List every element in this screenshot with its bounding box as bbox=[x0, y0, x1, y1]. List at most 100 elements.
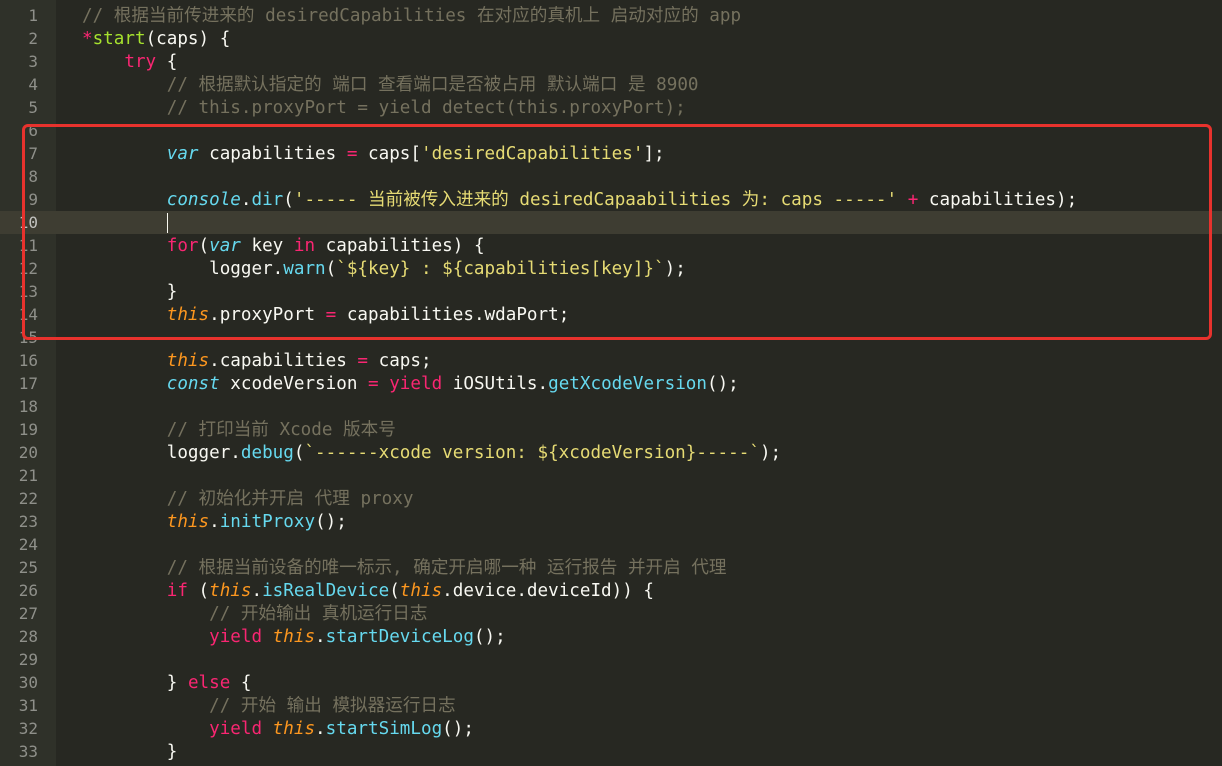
line-number: 21 bbox=[18, 466, 38, 485]
code-token: start bbox=[92, 29, 146, 49]
line-number: 18 bbox=[18, 397, 38, 416]
line-number: 25 bbox=[18, 558, 38, 577]
line-number: 12 bbox=[18, 259, 38, 278]
line-number: 8 bbox=[28, 167, 38, 186]
code-line[interactable]: 20 logger.debug(`------xcode version: ${… bbox=[0, 441, 1222, 464]
code-token: 'desiredCapabilities' bbox=[420, 144, 644, 164]
code-token: . bbox=[209, 512, 220, 532]
code-lines[interactable]: 1 // 根据当前传进来的 desiredCapabilities 在对应的真机上… bbox=[0, 4, 1222, 763]
code-line[interactable]: 13 } bbox=[0, 280, 1222, 303]
code-token: (); bbox=[473, 627, 506, 647]
code-line[interactable]: 9 console.dir('----- 当前被传入进来的 desiredCap… bbox=[0, 188, 1222, 211]
code-line[interactable]: 24 bbox=[0, 533, 1222, 556]
code-line[interactable]: 31 // 开始 输出 模拟器运行日志 bbox=[0, 694, 1222, 717]
line-number: 9 bbox=[28, 190, 38, 209]
code-text: yield this.startSimLog(); bbox=[82, 719, 474, 739]
code-token: yield bbox=[389, 374, 443, 394]
line-number: 6 bbox=[28, 121, 38, 140]
code-line[interactable]: 30 } else { bbox=[0, 671, 1222, 694]
code-token: if bbox=[166, 581, 188, 601]
code-token: ( bbox=[389, 581, 400, 601]
line-number: 4 bbox=[28, 75, 38, 94]
code-line[interactable]: 25 // 根据当前设备的唯一标示, 确定开启哪一种 运行报告 并开启 代理 bbox=[0, 556, 1222, 579]
line-number: 30 bbox=[18, 673, 38, 692]
code-line[interactable]: 21 bbox=[0, 464, 1222, 487]
code-text: for(var key in capabilities) { bbox=[82, 236, 485, 256]
line-number: 23 bbox=[18, 512, 38, 531]
code-token: // 开始 输出 模拟器运行日志 bbox=[209, 696, 456, 716]
code-text: // 根据当前设备的唯一标示, 确定开启哪一种 运行报告 并开启 代理 bbox=[82, 558, 727, 578]
code-token: // 初始化并开启 代理 proxy bbox=[166, 489, 414, 509]
code-line[interactable]: 23 this.initProxy(); bbox=[0, 510, 1222, 533]
code-token: // 根据当前设备的唯一标示, 确定开启哪一种 运行报告 并开启 代理 bbox=[166, 558, 727, 578]
code-token: iOSUtils. bbox=[442, 374, 549, 394]
code-text bbox=[82, 213, 168, 233]
code-token: ( bbox=[198, 236, 210, 256]
code-line[interactable]: 8 bbox=[0, 165, 1222, 188]
code-token: var bbox=[209, 236, 241, 256]
code-line[interactable]: 2 *start(caps) { bbox=[0, 27, 1222, 50]
code-line[interactable]: 28 yield this.startDeviceLog(); bbox=[0, 625, 1222, 648]
code-line[interactable]: 26 if (this.isRealDevice(this.device.dev… bbox=[0, 579, 1222, 602]
code-token: capabilities bbox=[198, 144, 347, 164]
code-line[interactable]: 12 logger.warn(`${key} : ${capabilities[… bbox=[0, 257, 1222, 280]
line-number: 7 bbox=[28, 144, 38, 163]
code-text: console.dir('----- 当前被传入进来的 desiredCapaa… bbox=[82, 190, 1077, 210]
code-token: console bbox=[166, 190, 241, 210]
code-token: this bbox=[272, 627, 316, 647]
code-line[interactable]: 15 bbox=[0, 326, 1222, 349]
code-token: this bbox=[166, 351, 210, 371]
code-token: '----- 当前被传入进来的 desiredCapaabilities 为: … bbox=[293, 190, 898, 210]
line-number: 31 bbox=[18, 696, 38, 715]
code-line[interactable]: 7 var capabilities = caps['desiredCapabi… bbox=[0, 142, 1222, 165]
line-number: 15 bbox=[18, 328, 38, 347]
code-token: { bbox=[156, 52, 178, 72]
code-line[interactable]: 33 } bbox=[0, 740, 1222, 763]
code-line[interactable]: 32 yield this.startSimLog(); bbox=[0, 717, 1222, 740]
code-token: { bbox=[230, 673, 252, 693]
code-line[interactable]: 29 bbox=[0, 648, 1222, 671]
code-token: var bbox=[166, 144, 199, 164]
code-line[interactable]: 17 const xcodeVersion = yield iOSUtils.g… bbox=[0, 372, 1222, 395]
code-token: ( bbox=[293, 443, 305, 463]
code-line[interactable]: 16 this.capabilities = caps; bbox=[0, 349, 1222, 372]
code-line[interactable]: 19 // 打印当前 Xcode 版本号 bbox=[0, 418, 1222, 441]
code-line[interactable]: 5 // this.proxyPort = yield detect(this.… bbox=[0, 96, 1222, 119]
code-text: // 根据默认指定的 端口 查看端口是否被占用 默认端口 是 8900 bbox=[82, 75, 699, 95]
code-token: capabilities) { bbox=[315, 236, 485, 256]
code-token: caps; bbox=[368, 351, 432, 371]
code-line[interactable]: 3 try { bbox=[0, 50, 1222, 73]
code-token: this bbox=[209, 581, 252, 601]
code-line[interactable]: 22 // 初始化并开启 代理 proxy bbox=[0, 487, 1222, 510]
code-text: const xcodeVersion = yield iOSUtils.getX… bbox=[82, 374, 739, 394]
code-line[interactable]: 14 this.proxyPort = capabilities.wdaPort… bbox=[0, 303, 1222, 326]
code-token: } bbox=[82, 673, 188, 693]
code-line[interactable]: 10 bbox=[0, 211, 1222, 234]
code-token: ( bbox=[325, 259, 337, 279]
code-line[interactable]: 1 // 根据当前传进来的 desiredCapabilities 在对应的真机上… bbox=[0, 4, 1222, 27]
code-line[interactable]: 27 // 开始输出 真机运行日志 bbox=[0, 602, 1222, 625]
line-number: 10 bbox=[18, 213, 38, 232]
code-line[interactable]: 18 bbox=[0, 395, 1222, 418]
code-token: in bbox=[293, 236, 316, 256]
code-token: startDeviceLog bbox=[325, 627, 474, 647]
code-token: logger. bbox=[82, 259, 284, 279]
code-token: . bbox=[240, 190, 252, 210]
line-number: 33 bbox=[18, 742, 38, 761]
code-line[interactable]: 11 for(var key in capabilities) { bbox=[0, 234, 1222, 257]
code-token: = bbox=[346, 144, 358, 164]
line-number: 5 bbox=[28, 98, 38, 117]
line-number: 26 bbox=[18, 581, 38, 600]
line-number: 14 bbox=[18, 305, 38, 324]
code-editor[interactable]: 1 // 根据当前传进来的 desiredCapabilities 在对应的真机上… bbox=[0, 0, 1222, 766]
code-line[interactable]: 6 bbox=[0, 119, 1222, 142]
code-line[interactable]: 4 // 根据默认指定的 端口 查看端口是否被占用 默认端口 是 8900 bbox=[0, 73, 1222, 96]
